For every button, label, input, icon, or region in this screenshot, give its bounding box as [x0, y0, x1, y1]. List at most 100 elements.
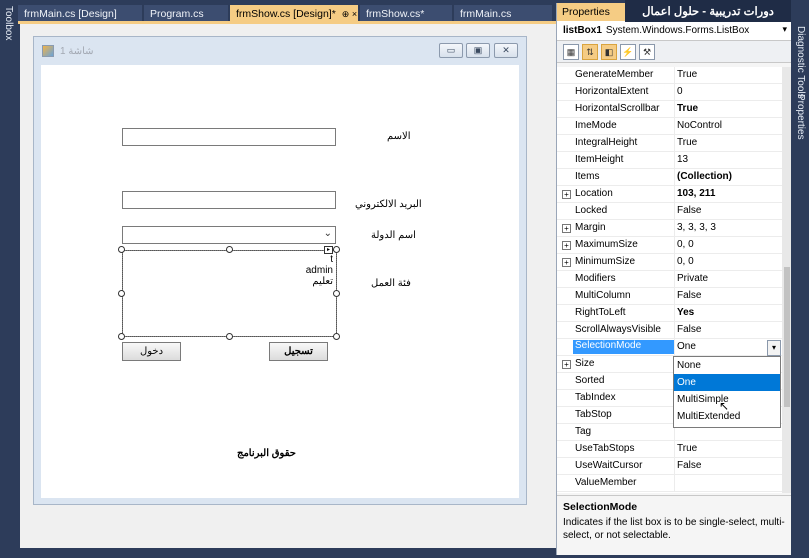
selectionmode-dropdown-button[interactable]: ▾	[767, 340, 781, 356]
property-value[interactable]: NoControl	[677, 120, 722, 131]
resize-handle[interactable]	[333, 246, 340, 253]
tab-frmshow-design[interactable]: frmShow.cs [Design]* ⊕ ×	[230, 5, 358, 21]
resize-handle[interactable]	[118, 290, 125, 297]
property-row[interactable]: Modifiers Private	[557, 271, 782, 288]
property-row[interactable]: ItemHeight 13	[557, 152, 782, 169]
property-value[interactable]: Private	[677, 273, 708, 284]
tab-frmmain-design[interactable]: frmMain.cs [Design]	[18, 5, 142, 21]
property-name[interactable]: MultiColumn	[575, 290, 675, 301]
property-value[interactable]: False	[677, 290, 701, 301]
property-name[interactable]: Modifiers	[575, 273, 675, 284]
property-name[interactable]: ValueMember	[575, 477, 675, 488]
property-name[interactable]: HorizontalExtent	[575, 86, 675, 97]
property-name[interactable]: GenerateMember	[575, 69, 675, 80]
property-row[interactable]: SelectionMode One	[557, 339, 782, 356]
property-name[interactable]: UseTabStops	[575, 443, 675, 454]
property-row[interactable]: UseTabStops True	[557, 441, 782, 458]
properties-icon[interactable]: ◧	[601, 43, 617, 60]
property-row[interactable]: Locked False	[557, 203, 782, 220]
property-name[interactable]: TabIndex	[575, 392, 675, 403]
property-row[interactable]: UseWaitCursor False	[557, 458, 782, 475]
property-name[interactable]: HorizontalScrollbar	[575, 103, 675, 114]
property-name[interactable]: IntegralHeight	[575, 137, 675, 148]
expand-icon[interactable]: +	[562, 190, 571, 199]
register-button[interactable]: تسجيل	[269, 342, 328, 361]
property-row[interactable]: ScrollAlwaysVisible False	[557, 322, 782, 339]
property-name[interactable]: Location	[575, 188, 675, 199]
property-value[interactable]: False	[677, 324, 701, 335]
selectionmode-dropdown-list[interactable]: None One MultiSimple MultiExtended	[673, 356, 781, 428]
property-row[interactable]: MultiColumn False	[557, 288, 782, 305]
property-row[interactable]: HorizontalScrollbar True	[557, 101, 782, 118]
property-name[interactable]: ScrollAlwaysVisible	[575, 324, 675, 335]
property-value[interactable]: 103, 211	[677, 188, 715, 199]
email-textbox[interactable]	[122, 191, 336, 209]
tab-pin-close-icon[interactable]: ⊕ ×	[342, 9, 357, 20]
property-row[interactable]: RightToLeft Yes	[557, 305, 782, 322]
object-selector[interactable]: listBox1 System.Windows.Forms.ListBox ▾	[557, 21, 791, 41]
scrollbar-thumb[interactable]	[784, 267, 790, 407]
property-name[interactable]: UseWaitCursor	[575, 460, 675, 471]
property-name[interactable]: Locked	[575, 205, 675, 216]
events-icon[interactable]: ⚡	[620, 43, 636, 60]
property-name[interactable]: ImeMode	[575, 120, 675, 131]
resize-handle[interactable]	[333, 333, 340, 340]
resize-handle[interactable]	[226, 333, 233, 340]
property-name[interactable]: ItemHeight	[575, 154, 675, 165]
property-row[interactable]: HorizontalExtent 0	[557, 84, 782, 101]
property-row[interactable]: + Margin 3, 3, 3, 3	[557, 220, 782, 237]
properties-tab[interactable]: Properties	[795, 94, 806, 140]
dropdown-option[interactable]: One	[674, 374, 780, 391]
property-name[interactable]: Items	[575, 171, 675, 182]
property-row[interactable]: ImeMode NoControl	[557, 118, 782, 135]
property-value-cell[interactable]	[674, 475, 782, 492]
tab-frmmain-code[interactable]: frmMain.cs	[454, 5, 552, 21]
property-row[interactable]: IntegralHeight True	[557, 135, 782, 152]
toolbox-tab[interactable]: Toolbox	[3, 6, 14, 40]
tab-frmshow-code[interactable]: frmShow.cs*	[360, 5, 452, 21]
expand-icon[interactable]: +	[562, 241, 571, 250]
property-value-cell[interactable]	[674, 152, 782, 169]
diagnostic-tools-tab[interactable]: Diagnostic Tools	[795, 26, 806, 99]
property-row[interactable]: + Location 103, 211	[557, 186, 782, 203]
expand-icon[interactable]: +	[562, 258, 571, 267]
alphabetical-icon[interactable]: ⇅	[582, 43, 598, 60]
country-combobox[interactable]: ⌄	[122, 226, 336, 244]
login-button[interactable]: دخول	[122, 342, 181, 361]
property-value[interactable]: False	[677, 205, 701, 216]
property-name[interactable]: Tag	[575, 426, 675, 437]
property-row[interactable]: + MinimumSize 0, 0	[557, 254, 782, 271]
property-name[interactable]: Sorted	[575, 375, 675, 386]
resize-handle[interactable]	[333, 290, 340, 297]
categorized-icon[interactable]: ▦	[563, 43, 579, 60]
resize-handle[interactable]	[226, 246, 233, 253]
property-value[interactable]: True	[677, 69, 697, 80]
expand-icon[interactable]: +	[562, 224, 571, 233]
property-value[interactable]: True	[677, 137, 697, 148]
property-value[interactable]: Yes	[677, 307, 694, 318]
property-value[interactable]: 0	[677, 86, 683, 97]
property-value[interactable]: 3, 3, 3, 3	[677, 222, 716, 233]
property-pages-icon[interactable]: ⚒	[639, 43, 655, 60]
property-name[interactable]: Margin	[575, 222, 675, 233]
property-value[interactable]: True	[677, 103, 698, 114]
property-value[interactable]: 0, 0	[677, 256, 694, 267]
property-name[interactable]: TabStop	[575, 409, 675, 420]
property-grid[interactable]: GenerateMember True HorizontalExtent 0 Horiz…	[557, 67, 782, 493]
smart-tag-icon[interactable]: ▸	[324, 246, 333, 254]
property-value[interactable]: 0, 0	[677, 239, 694, 250]
expand-icon[interactable]: +	[562, 360, 571, 369]
resize-handle[interactable]	[118, 333, 125, 340]
resize-handle[interactable]	[118, 246, 125, 253]
chevron-down-icon[interactable]: ⌄	[324, 228, 332, 239]
property-value[interactable]: 13	[677, 154, 688, 165]
tab-program[interactable]: Program.cs	[144, 5, 228, 21]
property-value[interactable]: True	[677, 443, 697, 454]
designed-form-window[interactable]: شاشة 1 ▭ ▣ ✕ الاسم البريد الالكتروني ⌄ ا…	[33, 36, 527, 505]
property-value[interactable]: One	[677, 341, 696, 352]
property-value[interactable]: False	[677, 460, 701, 471]
property-row[interactable]: GenerateMember True	[557, 67, 782, 84]
property-row[interactable]: + MaximumSize 0, 0	[557, 237, 782, 254]
property-row[interactable]: ValueMember	[557, 475, 782, 492]
dropdown-option[interactable]: None	[674, 357, 780, 374]
